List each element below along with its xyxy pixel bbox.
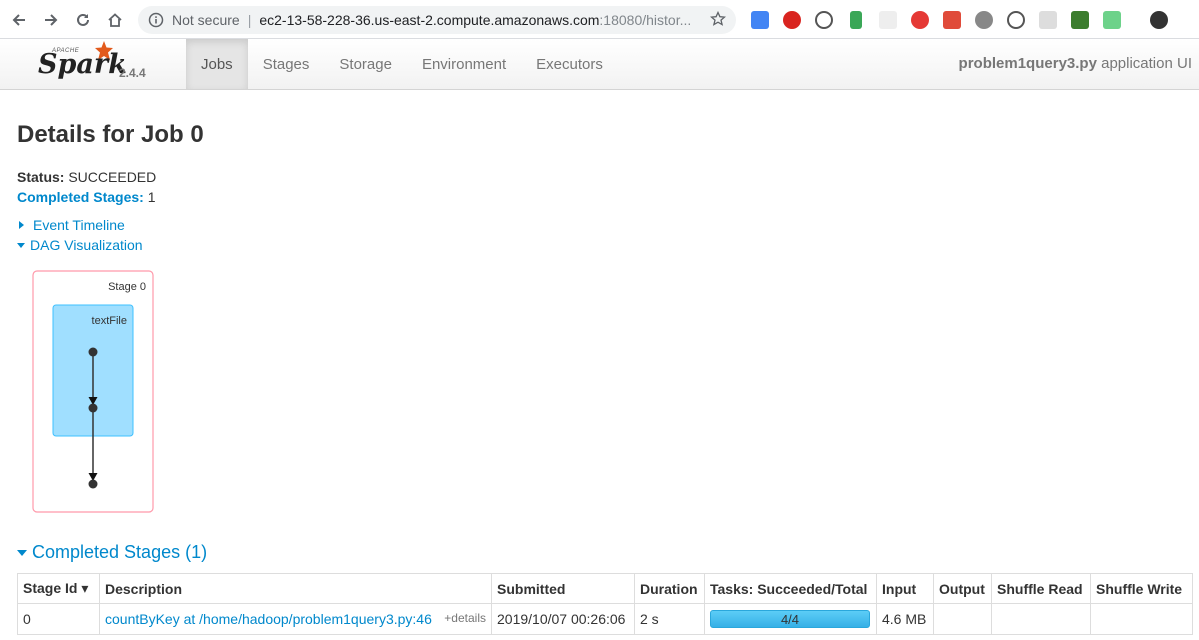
dag-node[interactable] — [88, 479, 98, 489]
monitor-extension-icon[interactable] — [1071, 11, 1089, 29]
code-extension-icon[interactable] — [1007, 11, 1025, 29]
cell-shuffle-write — [1090, 603, 1193, 635]
col-shuffle-read[interactable]: Shuffle Read — [991, 573, 1091, 604]
table-header-row: Stage Id ▾ Description Submitted Duratio… — [17, 573, 1193, 604]
forward-icon[interactable] — [39, 8, 63, 32]
grey-extension-icon[interactable] — [879, 11, 897, 29]
col-stage-id[interactable]: Stage Id ▾ — [17, 573, 100, 604]
d-extension-icon[interactable] — [1103, 11, 1121, 29]
col-duration[interactable]: Duration — [634, 573, 705, 604]
completed-stages-link[interactable]: Completed Stages: — [17, 189, 144, 205]
collapse-arrow-icon — [17, 242, 25, 248]
col-tasks[interactable]: Tasks: Succeeded/Total — [704, 573, 877, 604]
spark-navbar: APACHE Spark 2.4.4 Jobs Stages Storage E… — [0, 39, 1199, 90]
not-secure-label: Not secure — [172, 12, 240, 28]
logo-spark-text: Spark — [38, 49, 127, 80]
event-timeline-label: Event Timeline — [33, 217, 125, 233]
cell-tasks: 4/4 — [704, 603, 877, 635]
collapse-arrow-icon — [17, 549, 27, 556]
dag-node[interactable] — [88, 347, 98, 357]
tab-environment[interactable]: Environment — [407, 39, 521, 89]
bird-extension-icon[interactable] — [850, 11, 862, 29]
completed-stages-toggle[interactable]: Completed Stages (1) — [17, 542, 207, 563]
cell-description: countByKey at /home/hadoop/problem1query… — [99, 603, 492, 635]
job-summary: Status: SUCCEEDED Completed Stages: 1 — [17, 167, 156, 207]
app-name: problem1query3.py — [958, 55, 1097, 72]
col-shuffle-write[interactable]: Shuffle Write — [1090, 573, 1193, 604]
completed-stages-heading: Completed Stages (1) — [32, 542, 208, 562]
event-timeline-toggle[interactable]: Event Timeline — [17, 217, 125, 233]
url-host: ec2-13-58-228-36.us-east-2.compute.amazo… — [259, 12, 600, 28]
tasks-progress-bar: 4/4 — [710, 610, 870, 628]
tasks-progress-label: 4/4 — [780, 612, 800, 627]
cell-shuffle-read — [991, 603, 1091, 635]
dag-node[interactable] — [88, 403, 98, 413]
bookmark-star-icon[interactable] — [709, 10, 727, 30]
git-extension-icon[interactable] — [943, 11, 961, 29]
red-extension-icon[interactable] — [911, 11, 929, 29]
browser-toolbar: Not secure | ec2-13-58-228-36.us-east-2.… — [0, 0, 1199, 39]
adblock-extension-icon[interactable] — [783, 11, 801, 29]
dag-visualization-toggle[interactable]: DAG Visualization — [17, 237, 143, 253]
b-extension-icon[interactable] — [1039, 11, 1057, 29]
cell-submitted: 2019/10/07 00:26:06 — [491, 603, 635, 635]
separator: | — [247, 12, 252, 28]
app-title: problem1query3.py application UI — [959, 55, 1192, 72]
reload-icon[interactable] — [71, 8, 95, 32]
url-rest: :18080/histor... — [599, 12, 692, 28]
translate-extension-icon[interactable] — [751, 11, 769, 29]
col-submitted[interactable]: Submitted — [491, 573, 635, 604]
col-input[interactable]: Input — [876, 573, 934, 604]
home-icon[interactable] — [103, 8, 127, 32]
cell-output — [933, 603, 992, 635]
tab-storage[interactable]: Storage — [324, 39, 407, 89]
spark-version: 2.4.4 — [119, 66, 146, 80]
dag-stage-label: Stage 0 — [108, 281, 146, 293]
app-suffix: application UI — [1096, 55, 1192, 72]
completed-stages-row: Completed Stages: 1 — [17, 187, 156, 207]
status-label: Status: — [17, 169, 65, 185]
address-bar[interactable]: Not secure | ec2-13-58-228-36.us-east-2.… — [138, 6, 736, 34]
status-row: Status: SUCCEEDED — [17, 167, 156, 187]
nav-tabs: Jobs Stages Storage Environment Executor… — [186, 39, 618, 89]
sync-extension-icon[interactable] — [815, 11, 833, 29]
cell-input: 4.6 MB — [876, 603, 934, 635]
dag-cluster-label: textFile — [92, 315, 127, 327]
page-title: Details for Job 0 — [17, 121, 204, 148]
cell-stage-id: 0 — [17, 603, 100, 635]
cell-duration: 2 s — [634, 603, 705, 635]
dark-mode-extension-icon[interactable] — [975, 11, 993, 29]
col-output[interactable]: Output — [933, 573, 992, 604]
col-description[interactable]: Description — [99, 573, 492, 604]
tab-jobs[interactable]: Jobs — [186, 39, 248, 89]
completed-stages-count: 1 — [147, 189, 156, 205]
profile-avatar[interactable] — [1150, 11, 1168, 29]
table-row: 0 countByKey at /home/hadoop/problem1que… — [17, 603, 1193, 635]
completed-stages-table: Stage Id ▾ Description Submitted Duratio… — [17, 573, 1193, 635]
dag-graph: Stage 0 textFile — [32, 270, 154, 513]
back-icon[interactable] — [7, 8, 31, 32]
stage-description-link[interactable]: countByKey at /home/hadoop/problem1query… — [105, 611, 432, 627]
status-value: SUCCEEDED — [68, 169, 157, 185]
dag-visualization-label: DAG Visualization — [30, 237, 143, 253]
tab-stages[interactable]: Stages — [248, 39, 325, 89]
tab-executors[interactable]: Executors — [521, 39, 618, 89]
expand-arrow-icon — [19, 221, 24, 229]
spark-logo[interactable]: APACHE Spark 2.4.4 — [36, 41, 176, 87]
info-icon[interactable] — [148, 12, 164, 28]
details-toggle[interactable]: +details — [444, 611, 486, 625]
